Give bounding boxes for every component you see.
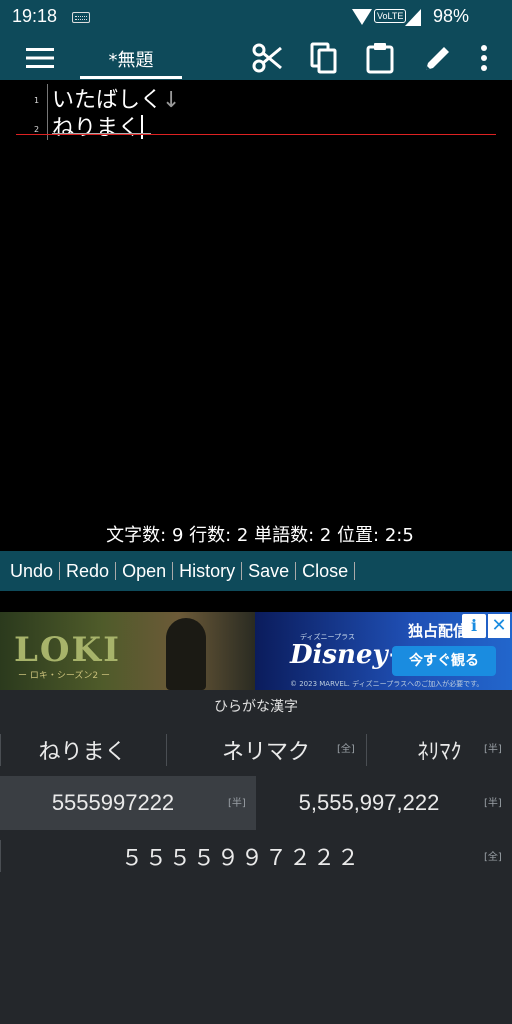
current-line-marker <box>16 134 496 135</box>
candidate-item[interactable]: ねりまく <box>0 726 165 774</box>
status-bar: 19:18 VoLTE 98% <box>0 0 512 36</box>
spacer <box>0 591 512 612</box>
line-content: ねりまく <box>52 116 141 141</box>
status-time: 19:18 <box>12 6 58 26</box>
undo-button[interactable]: Undo <box>4 561 59 582</box>
ad-fine-print: © 2023 MARVEL. ディズニープラスへのご加入が必要です。 <box>290 680 484 688</box>
app-toolbar: *無題 <box>0 36 512 80</box>
menu-icon <box>26 48 54 68</box>
paste-button[interactable] <box>360 36 400 80</box>
candidate-text: ねりまく <box>38 740 127 765</box>
candidate-item[interactable]: ﾈﾘﾏｸ [半] <box>367 726 512 774</box>
ad-info-icon[interactable]: i <box>462 614 486 638</box>
line-number: 2 <box>34 125 40 134</box>
ad-character-image <box>166 618 206 690</box>
ime-mode-label: ひらがな漢字 <box>214 699 298 715</box>
signal-icon <box>405 9 421 26</box>
more-button[interactable] <box>464 36 504 80</box>
candidate-row: ５５５５９９７２２２ [全] <box>0 834 512 878</box>
menu-button[interactable] <box>20 36 60 80</box>
battery-level: 98% <box>433 6 470 26</box>
copy-button[interactable] <box>304 36 344 80</box>
ad-close-icon[interactable]: ✕ <box>488 614 510 638</box>
paste-icon <box>366 43 394 74</box>
copy-icon <box>310 42 337 74</box>
candidate-item[interactable]: ネリマク [全] <box>167 726 365 774</box>
document-title-tab[interactable]: *無題 <box>80 46 182 72</box>
cut-icon <box>252 43 282 73</box>
save-button[interactable]: Save <box>242 561 295 582</box>
tab-indicator <box>80 76 182 79</box>
candidate-item[interactable]: 5,555,997,222 [半] <box>256 776 512 830</box>
candidate-text: ５５５５９９７２２２ <box>120 846 361 871</box>
ad-headline: 独占配信 <box>408 622 469 640</box>
cut-button[interactable] <box>247 36 287 80</box>
editor-line[interactable]: ねりまく <box>52 110 144 142</box>
candidate-text: ネリマク <box>221 740 310 765</box>
separator <box>354 562 356 580</box>
text-editor[interactable]: 1 いたばしく↓ 2 ねりまく 文字数: 9 行数: 2 単語数: 2 位置: … <box>0 80 512 550</box>
redo-button[interactable]: Redo <box>60 561 115 582</box>
width-tag: [半] <box>484 798 502 809</box>
text-caret <box>141 115 144 139</box>
candidate-item-selected[interactable]: 5555997222 [半] <box>0 776 256 830</box>
open-button[interactable]: Open <box>116 561 172 582</box>
close-button[interactable]: Close <box>296 561 354 582</box>
volte-badge: VoLTE <box>374 9 407 23</box>
ad-loki-title: LOKI <box>14 630 121 670</box>
width-tag: [全] <box>337 744 355 755</box>
candidate-row: ねりまく ネリマク [全] ﾈﾘﾏｸ [半] <box>0 726 512 774</box>
edit-button[interactable] <box>418 36 458 80</box>
candidate-text: 5555997222 <box>51 790 175 815</box>
wifi-icon <box>352 9 372 25</box>
status-stats: 文字数: 9 行数: 2 単語数: 2 位置: 2:5 <box>106 525 414 546</box>
gutter-divider <box>47 84 48 140</box>
ime-candidate-panel: ひらがな漢字 ねりまく ネリマク [全] ﾈﾘﾏｸ [半] 5555997222… <box>0 690 512 1024</box>
width-tag: [半] <box>228 798 246 809</box>
line-number: 1 <box>34 96 40 105</box>
edit-icon <box>426 47 449 70</box>
history-button[interactable]: History <box>173 561 241 582</box>
width-tag: [半] <box>484 744 502 755</box>
ad-loki-subtitle: ー ロキ・シーズン2 ー <box>18 671 110 681</box>
ad-banner[interactable]: LOKI ー ロキ・シーズン2 ー ディズニープラス Disney+ 独占配信 … <box>0 612 512 690</box>
candidate-item[interactable]: ５５５５９９７２２２ <box>0 834 482 878</box>
candidate-text: 5,555,997,222 <box>298 790 440 815</box>
more-icon <box>481 45 487 71</box>
candidate-row: 5555997222 [半] 5,555,997,222 [半] <box>0 776 512 830</box>
width-tag: [全] <box>484 852 502 863</box>
newline-mark: ↓ <box>162 88 181 113</box>
action-bar: Undo Redo Open History Save Close <box>0 551 512 591</box>
keyboard-icon <box>72 12 90 23</box>
ad-cta-button[interactable]: 今すぐ観る <box>392 646 496 676</box>
candidate-text: ﾈﾘﾏｸ <box>417 740 462 765</box>
